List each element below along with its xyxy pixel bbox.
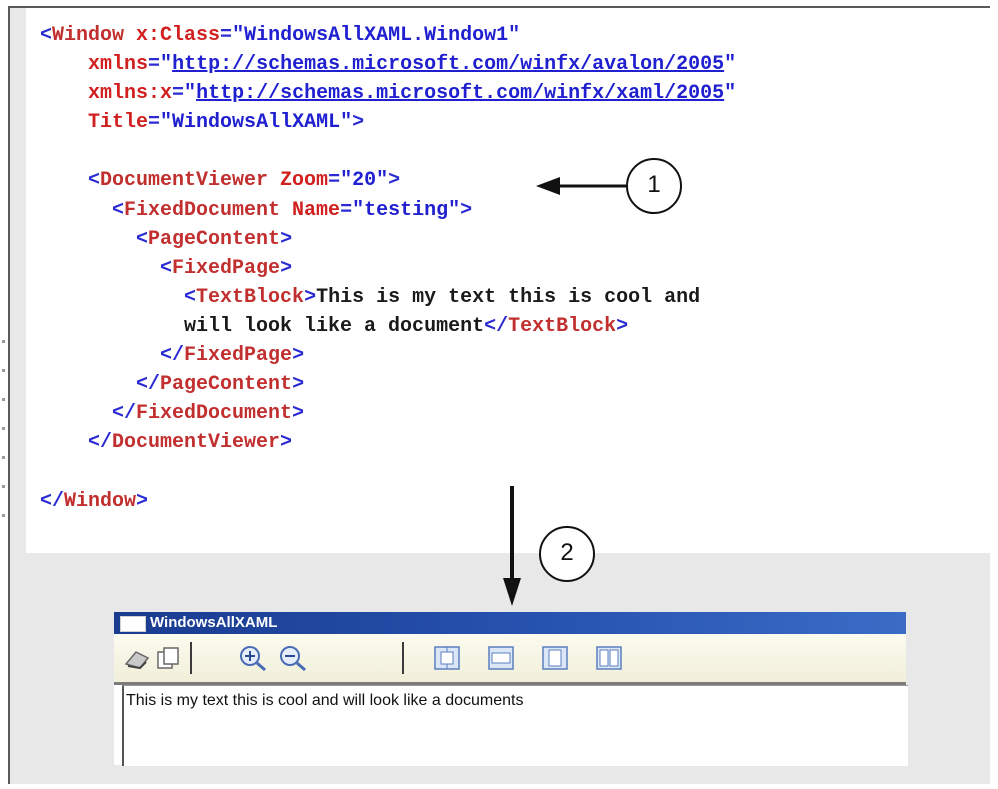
page-width-icon xyxy=(488,646,514,670)
print-icon xyxy=(124,651,150,670)
toolbar-separator xyxy=(402,642,404,674)
print-button[interactable] xyxy=(122,644,152,672)
callout-1-label: 1 xyxy=(647,171,661,198)
copy-icon xyxy=(157,647,179,669)
copy-button[interactable] xyxy=(154,644,184,672)
callout-1-arrowhead xyxy=(536,177,560,195)
whole-page-icon xyxy=(542,646,568,670)
page-width-button[interactable] xyxy=(486,644,516,672)
rendered-window: WindowsAllXAML This is my text this is c… xyxy=(114,612,908,766)
window-titlebar[interactable]: WindowsAllXAML xyxy=(114,612,906,634)
zoom-out-icon xyxy=(280,646,306,672)
document-text: This is my text this is cool and will lo… xyxy=(126,692,524,709)
document-content-area[interactable]: This is my text this is cool and will lo… xyxy=(122,685,908,766)
zoom-out-button[interactable] xyxy=(278,644,308,672)
zoom-in-button[interactable] xyxy=(238,644,268,672)
zoom-in-icon xyxy=(240,646,266,672)
document-viewer-toolbar xyxy=(114,634,906,685)
actual-size-icon xyxy=(434,646,460,670)
actual-size-button[interactable] xyxy=(432,644,462,672)
two-pages-button[interactable] xyxy=(594,644,624,672)
window-icon xyxy=(120,616,146,632)
toolbar-separator xyxy=(190,642,192,674)
whole-page-button[interactable] xyxy=(540,644,570,672)
callout-2-arrowhead xyxy=(503,578,521,606)
window-title: WindowsAllXAML xyxy=(150,614,278,631)
two-pages-icon xyxy=(596,646,622,670)
callout-2-label: 2 xyxy=(560,539,574,566)
